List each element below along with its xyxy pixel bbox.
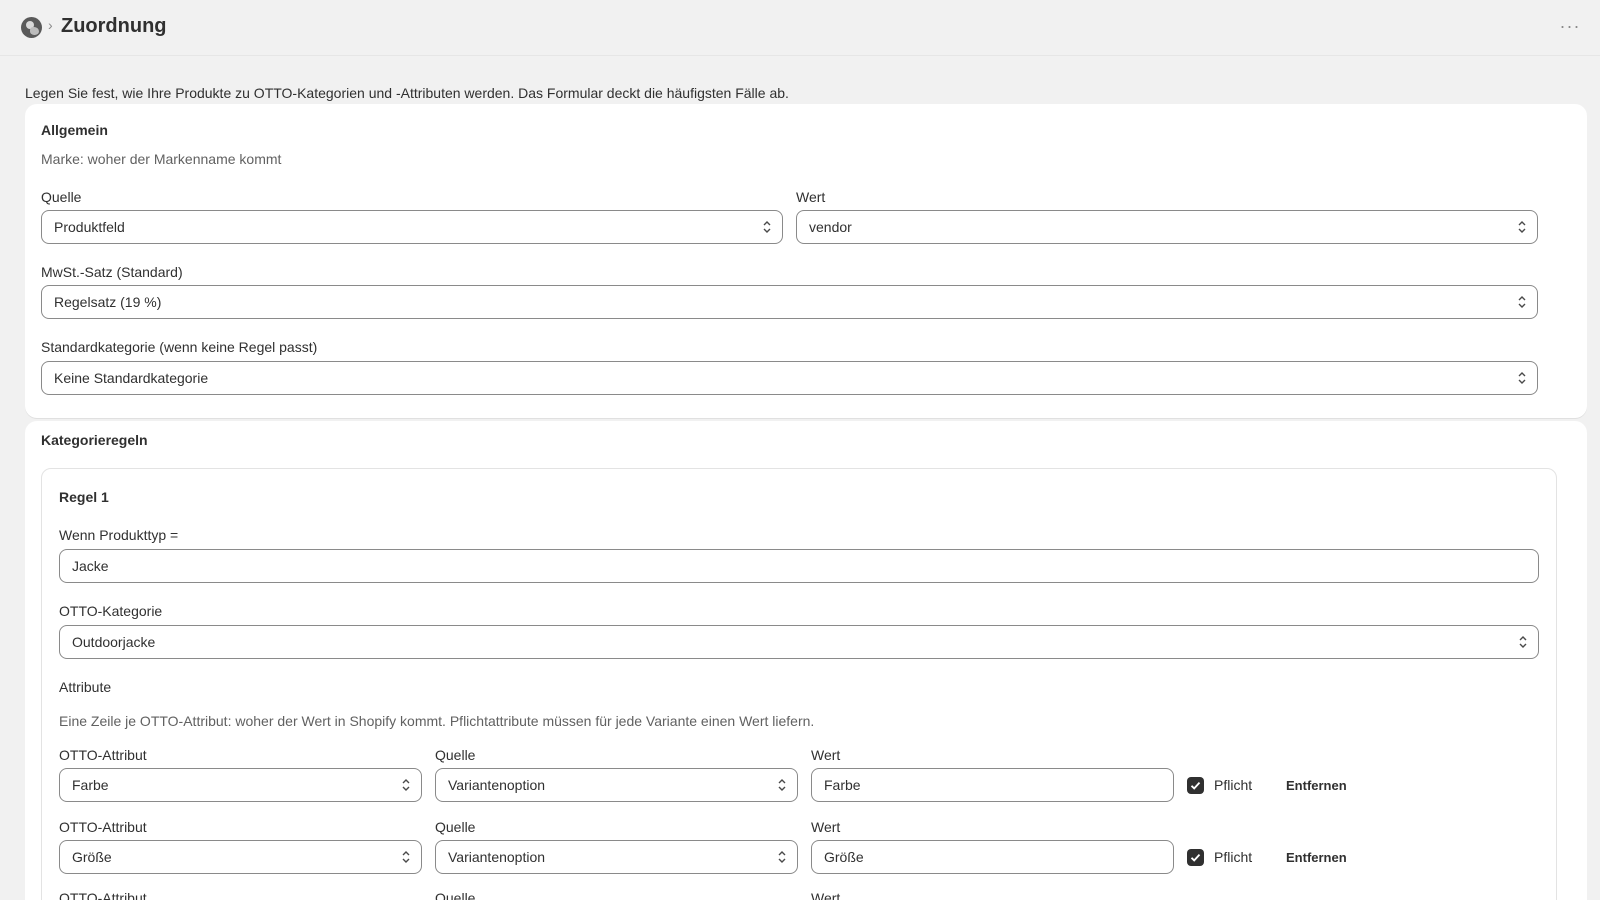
remove-button[interactable]: Entfernen <box>1286 778 1347 793</box>
attribute-source-label: Quelle <box>435 890 476 900</box>
brand-source-value: Produktfeld <box>54 219 125 235</box>
attributes-hint: Eine Zeile je OTTO-Attribut: woher der W… <box>59 713 815 729</box>
brand-source-label: Quelle <box>41 189 82 205</box>
attribute-source-label: Quelle <box>435 819 476 835</box>
attribute-value-input[interactable]: Größe <box>811 840 1174 874</box>
product-type-label: Wenn Produkttyp = <box>59 527 179 543</box>
attribute-source-select[interactable]: Variantenoption <box>435 840 798 874</box>
attribute-source-label: Quelle <box>435 747 476 763</box>
attribute-value-text: Farbe <box>824 777 861 793</box>
attribute-label: OTTO-Attribut <box>59 890 147 900</box>
product-type-input[interactable]: Jacke <box>59 549 1539 583</box>
default-category-value: Keine Standardkategorie <box>54 370 209 386</box>
attribute-value-input[interactable]: Farbe <box>811 768 1174 802</box>
brand-value-select[interactable]: vendor <box>796 210 1538 244</box>
select-chevron-icon <box>402 779 410 791</box>
attribute-label: OTTO-Attribut <box>59 747 147 763</box>
attribute-value-label: Wert <box>811 890 841 900</box>
select-chevron-icon <box>1518 221 1526 233</box>
general-card: Allgemein Marke: woher der Markenname ko… <box>25 104 1587 418</box>
select-chevron-icon <box>1518 296 1526 308</box>
required-checkbox[interactable] <box>1187 849 1204 866</box>
more-actions-icon[interactable]: ··· <box>1556 14 1584 42</box>
select-chevron-icon <box>402 851 410 863</box>
select-chevron-icon <box>763 221 771 233</box>
vat-value: Regelsatz (19 %) <box>54 294 162 310</box>
breadcrumb-separator: › <box>48 17 53 33</box>
default-category-select[interactable]: Keine Standardkategorie <box>41 361 1538 395</box>
attribute-label: OTTO-Attribut <box>59 819 147 835</box>
checkmark-icon <box>1190 853 1201 862</box>
checkmark-icon <box>1190 781 1201 790</box>
attribute-source-value: Variantenoption <box>448 777 546 793</box>
attribute-select[interactable]: Größe <box>59 840 422 874</box>
category-rules-heading: Kategorieregeln <box>41 432 148 448</box>
brand-hint: Marke: woher der Markenname kommt <box>41 151 282 167</box>
brand-value-value: vendor <box>809 219 852 235</box>
vat-label: MwSt.-Satz (Standard) <box>41 264 183 280</box>
select-chevron-icon <box>1518 372 1526 384</box>
product-type-value: Jacke <box>72 558 109 574</box>
attribute-source-value: Variantenoption <box>448 849 546 865</box>
attribute-value: Größe <box>72 849 112 865</box>
attribute-select[interactable]: Farbe <box>59 768 422 802</box>
intro-text: Legen Sie fest, wie Ihre Produkte zu OTT… <box>25 85 789 101</box>
attribute-value: Farbe <box>72 777 109 793</box>
page-title: Zuordnung <box>61 15 167 37</box>
attributes-heading: Attribute <box>59 679 112 695</box>
rule-box: Regel 1 Wenn Produkttyp = Jacke OTTO-Kat… <box>41 468 1557 900</box>
required-label: Pflicht <box>1214 777 1253 793</box>
otto-category-value: Outdoorjacke <box>72 634 156 650</box>
required-checkbox[interactable] <box>1187 777 1204 794</box>
select-chevron-icon <box>778 779 786 791</box>
category-rules-card: Kategorieregeln Regel 1 Wenn Produkttyp … <box>25 421 1587 900</box>
general-heading: Allgemein <box>41 122 108 138</box>
brand-source-select[interactable]: Produktfeld <box>41 210 783 244</box>
default-category-label: Standardkategorie (wenn keine Regel pass… <box>41 339 318 355</box>
attribute-value-label: Wert <box>811 819 841 835</box>
attribute-value-label: Wert <box>811 747 841 763</box>
required-label: Pflicht <box>1214 849 1253 865</box>
brand-value-label: Wert <box>796 189 826 205</box>
app-logo-icon[interactable] <box>21 17 42 38</box>
otto-category-label: OTTO-Kategorie <box>59 603 163 619</box>
otto-category-select[interactable]: Outdoorjacke <box>59 625 1539 659</box>
vat-select[interactable]: Regelsatz (19 %) <box>41 285 1538 319</box>
remove-button[interactable]: Entfernen <box>1286 850 1347 865</box>
select-chevron-icon <box>1519 636 1527 648</box>
attribute-value-text: Größe <box>824 849 864 865</box>
attribute-source-select[interactable]: Variantenoption <box>435 768 798 802</box>
rule-title: Regel 1 <box>59 489 109 505</box>
select-chevron-icon <box>778 851 786 863</box>
top-bar: › Zuordnung ··· <box>0 0 1600 56</box>
